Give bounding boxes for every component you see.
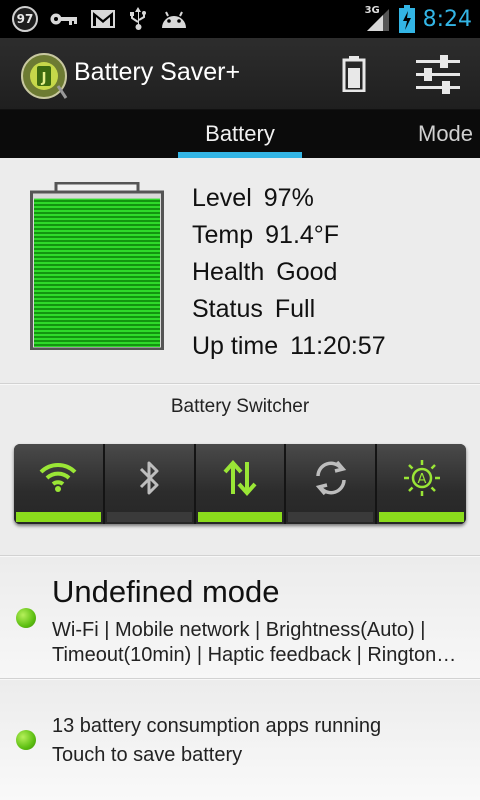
level-label: Level xyxy=(192,184,252,212)
health-label: Health xyxy=(192,258,265,286)
battery-level-notification-badge: 97 xyxy=(12,6,38,32)
system-status: 3G 8:24 xyxy=(365,4,472,34)
auto-brightness-toggle[interactable]: A xyxy=(377,444,466,524)
app-logo-icon[interactable]: J xyxy=(20,52,68,100)
mobile-signal-3g: 3G xyxy=(365,5,391,32)
mobile-data-toggle[interactable] xyxy=(195,444,287,524)
temp-label: Temp xyxy=(192,221,254,249)
health-value: Good xyxy=(276,258,338,286)
info-health: Health Good xyxy=(192,254,386,291)
mode-status-dot-icon xyxy=(16,608,36,628)
battery-switcher: A xyxy=(14,444,466,524)
mode-description-line1: Wi-Fi | Mobile network | Brightness(Auto… xyxy=(52,619,426,641)
auto-brightness-state-indicator xyxy=(379,512,464,522)
key-icon xyxy=(50,13,77,25)
status-value: Full xyxy=(274,295,316,323)
battery-level-graphic xyxy=(30,182,164,350)
bluetooth-toggle[interactable] xyxy=(104,444,196,524)
apps-running-count: 13 battery consumption apps running xyxy=(52,715,382,737)
status-label: Status xyxy=(192,295,263,323)
apps-status-dot-icon xyxy=(16,730,36,750)
usb-icon xyxy=(130,7,146,30)
svg-text:A: A xyxy=(417,472,426,487)
info-status: Status Full xyxy=(192,291,386,328)
gmail-icon xyxy=(91,10,115,28)
signal-icon xyxy=(366,9,389,31)
auto-brightness-icon: A xyxy=(403,460,440,496)
tab-battery[interactable]: Battery xyxy=(178,110,302,158)
battery-icon[interactable] xyxy=(342,56,366,92)
tab-bar: Battery Mode xyxy=(0,110,480,158)
sync-icon xyxy=(315,460,346,496)
apps-info: 13 battery consumption apps running Touc… xyxy=(52,712,381,770)
mode-description: Wi-Fi | Mobile network | Brightness(Auto… xyxy=(52,618,462,668)
switcher-title: Battery Switcher xyxy=(170,396,310,417)
android-debug-icon xyxy=(162,11,186,28)
action-bar: J Battery Saver+ xyxy=(0,38,480,110)
battery-charging-icon xyxy=(398,5,415,33)
info-temp: Temp 91.4°F xyxy=(192,217,386,254)
level-value: 97% xyxy=(263,184,314,212)
battery-info: Level 97% Temp 91.4°F Health Good Status Ful… xyxy=(192,180,386,365)
battery-fill xyxy=(34,198,160,347)
app-title: Battery Saver+ xyxy=(74,58,241,86)
uptime-label: Up time xyxy=(192,332,279,360)
mobile-data-state-indicator xyxy=(197,512,283,522)
mode-title: Undefined mode xyxy=(52,574,280,609)
save-battery-hint: Touch to save battery xyxy=(52,744,243,766)
clock: 8:24 xyxy=(422,6,472,32)
auto-sync-state-indicator xyxy=(288,512,374,522)
tab-mode[interactable]: Mode xyxy=(410,110,480,158)
wifi-icon xyxy=(39,462,77,492)
bluetooth-state-indicator xyxy=(106,512,192,522)
status-bar: 97 3G 8:24 xyxy=(0,0,480,38)
mobile-data-arrows-icon xyxy=(223,459,257,497)
temp-value: 91.4°F xyxy=(265,221,340,249)
apps-row[interactable]: 13 battery consumption apps running Touc… xyxy=(0,680,480,800)
svg-text:J: J xyxy=(41,71,47,86)
wifi-toggle[interactable] xyxy=(14,444,105,524)
notification-icons: 97 xyxy=(12,6,188,32)
info-uptime: Up time 11:20:57 xyxy=(192,328,386,365)
tab-selected-indicator xyxy=(178,152,302,158)
bluetooth-icon xyxy=(140,461,159,495)
settings-sliders-icon[interactable] xyxy=(416,54,460,94)
mode-row[interactable]: Undefined mode Wi-Fi | Mobile network | … xyxy=(0,558,480,678)
auto-sync-toggle[interactable] xyxy=(286,444,378,524)
uptime-value: 11:20:57 xyxy=(290,332,386,360)
divider xyxy=(0,383,480,385)
mode-description-line2: Timeout(10min) | Haptic feedback | Ringt… xyxy=(52,644,462,666)
wifi-state-indicator xyxy=(16,512,101,522)
divider xyxy=(0,555,480,557)
info-level: Level 97% xyxy=(192,180,386,217)
